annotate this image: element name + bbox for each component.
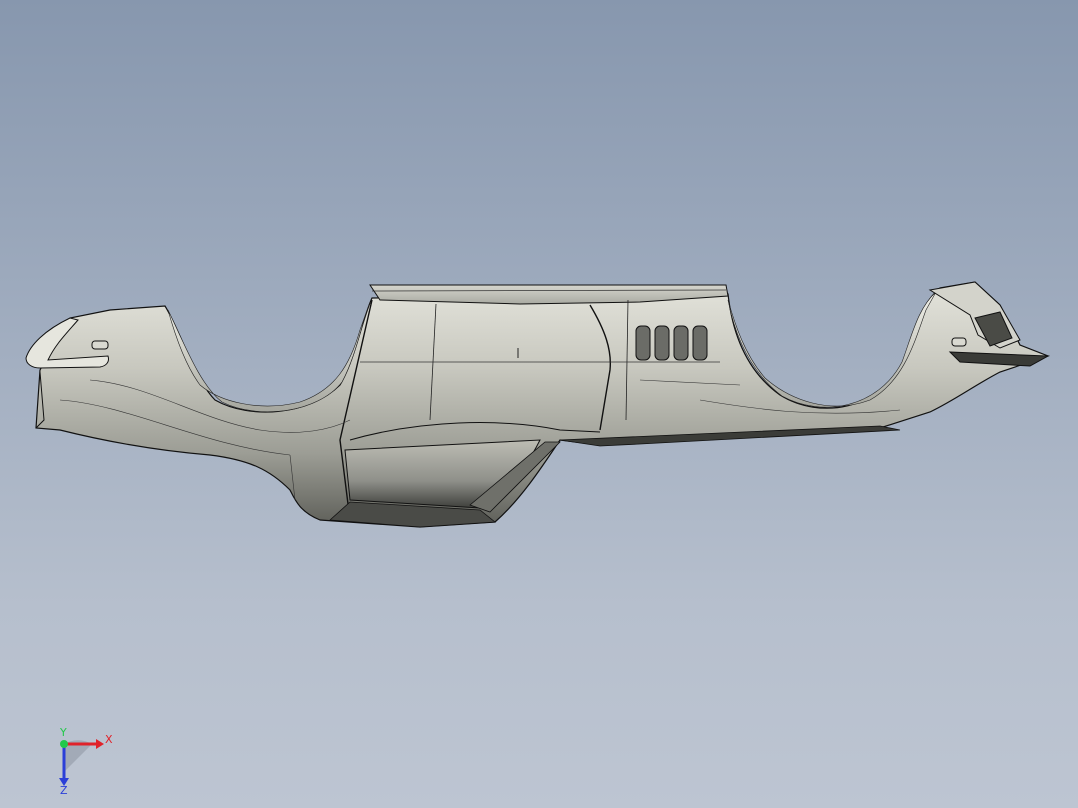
graphics-viewport[interactable]: X Y Z	[0, 0, 1078, 808]
right-vent-slot	[951, 337, 967, 347]
dashboard-model[interactable]	[0, 0, 1078, 808]
y-axis-dot	[60, 740, 68, 748]
y-axis-label: Y	[59, 726, 67, 739]
x-arrowhead-icon	[96, 739, 104, 749]
left-vent-slot	[91, 340, 109, 350]
x-axis-label: X	[105, 733, 113, 746]
z-axis-label: Z	[60, 784, 68, 796]
coordinate-triad: X Y Z	[59, 726, 113, 796]
dashboard-shell	[35, 281, 1050, 528]
